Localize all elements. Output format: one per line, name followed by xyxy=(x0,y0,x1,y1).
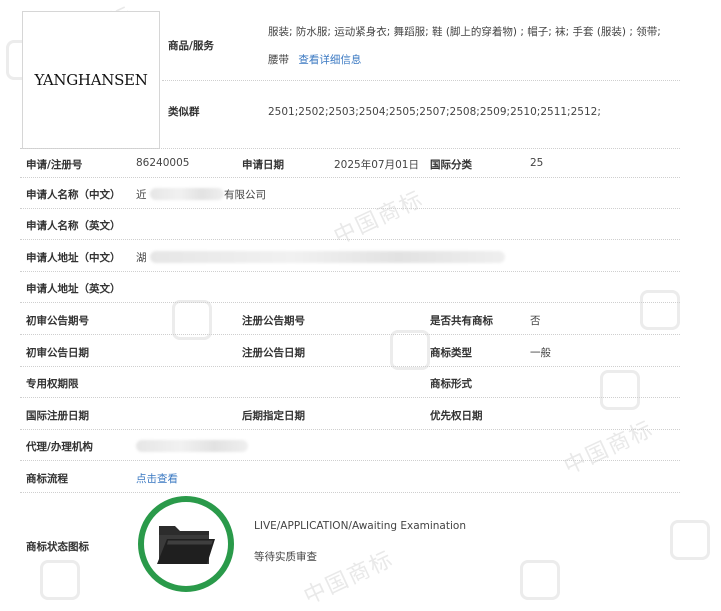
watermark-box xyxy=(670,520,710,560)
row-divider xyxy=(20,460,680,461)
row-divider xyxy=(20,334,680,335)
trademark-detail-page: 中国商标 中国商标 中国商标 中国商标 中国商标 YANGHANSEN 商品/服… xyxy=(0,0,721,610)
goods-line1: 服装; 防水服; 运动紧身衣; 舞蹈服; 鞋 (脚上的穿着物) ; 帽子; 袜;… xyxy=(268,26,661,38)
folder-icon xyxy=(157,526,215,564)
watermark-box xyxy=(390,330,430,370)
mark-form-label: 商标形式 xyxy=(430,378,472,390)
later-date-label: 后期指定日期 xyxy=(242,410,305,422)
prelim-date-label: 初审公告日期 xyxy=(26,347,89,359)
app-date-value: 2025年07月01日 xyxy=(334,159,419,171)
priority-date-label: 优先权日期 xyxy=(430,410,483,422)
row-divider xyxy=(20,271,680,272)
goods-line2: 腰带 查看详细信息 xyxy=(268,52,361,67)
applicant-cn-label: 申请人名称（中文） xyxy=(26,189,121,201)
redacted-address xyxy=(150,251,505,263)
row-divider xyxy=(20,492,680,493)
agent-label: 代理/办理机构 xyxy=(26,441,93,453)
row-divider xyxy=(20,148,680,149)
reg-pub-no-label: 注册公告期号 xyxy=(242,315,305,327)
row-divider xyxy=(162,80,680,81)
shared-value: 否 xyxy=(530,315,541,327)
trademark-logo-text: YANGHANSEN xyxy=(34,71,148,89)
watermark: 中国商标 xyxy=(560,416,658,480)
watermark-box xyxy=(40,560,80,600)
mark-type-value: 一般 xyxy=(530,347,551,359)
process-label: 商标流程 xyxy=(26,473,68,485)
goods-label: 商品/服务 xyxy=(168,40,214,52)
row-divider xyxy=(20,208,680,209)
applicant-cn-prefix: 近 xyxy=(136,189,147,201)
applicant-cn-suffix: 有限公司 xyxy=(224,189,266,201)
status-cn: 等待实质审查 xyxy=(254,551,317,563)
row-divider xyxy=(20,177,680,178)
reg-pub-date-label: 注册公告日期 xyxy=(242,347,305,359)
address-cn-label: 申请人地址（中文） xyxy=(26,252,121,264)
watermark: 中国商标 xyxy=(330,186,428,250)
row-divider xyxy=(20,366,680,367)
row-divider xyxy=(20,429,680,430)
redacted-applicant-name xyxy=(150,188,224,200)
app-date-label: 申请日期 xyxy=(242,159,284,171)
intl-reg-date-label: 国际注册日期 xyxy=(26,410,89,422)
watermark-box xyxy=(520,560,560,600)
intl-class-value: 25 xyxy=(530,157,544,169)
intl-class-label: 国际分类 xyxy=(430,159,472,171)
watermark-box xyxy=(600,370,640,410)
status-icon-ring xyxy=(138,496,234,592)
row-divider xyxy=(20,302,680,303)
process-view-link[interactable]: 点击查看 xyxy=(136,471,178,486)
reg-no-label: 申请/注册号 xyxy=(26,159,83,171)
mark-type-label: 商标类型 xyxy=(430,347,472,359)
status-label: 商标状态图标 xyxy=(26,541,89,553)
watermark-box xyxy=(640,290,680,330)
row-divider xyxy=(20,239,680,240)
reg-no-value: 86240005 xyxy=(136,157,190,169)
prelim-no-label: 初审公告期号 xyxy=(26,315,89,327)
trademark-image: YANGHANSEN xyxy=(22,11,160,149)
similar-group-label: 类似群 xyxy=(168,106,200,118)
similar-group-value: 2501;2502;2503;2504;2505;2507;2508;2509;… xyxy=(268,106,601,118)
redacted-agent xyxy=(136,440,248,452)
applicant-en-label: 申请人名称（英文） xyxy=(26,220,121,232)
status-en: LIVE/APPLICATION/Awaiting Examination xyxy=(254,520,466,532)
row-divider xyxy=(20,397,680,398)
exclusive-label: 专用权期限 xyxy=(26,378,79,390)
address-cn-prefix: 湖 xyxy=(136,252,147,264)
address-en-label: 申请人地址（英文） xyxy=(26,283,121,295)
goods-line2-text: 腰带 xyxy=(268,54,289,66)
shared-label: 是否共有商标 xyxy=(430,315,493,327)
view-details-link[interactable]: 查看详细信息 xyxy=(298,54,361,66)
